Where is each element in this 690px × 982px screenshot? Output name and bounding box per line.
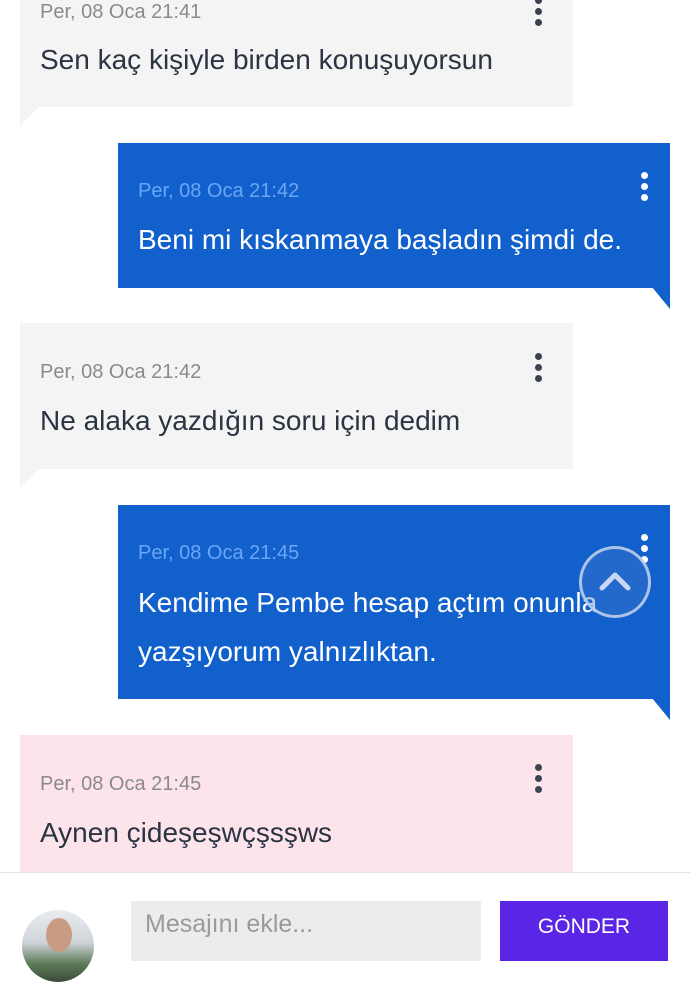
bubble-tail [20, 106, 40, 126]
message-menu-icon[interactable] [629, 167, 659, 207]
bubble-tail [652, 698, 670, 720]
message-bubble-outgoing: Per, 08 Oca 21:42 Beni mi kıskanmaya baş… [118, 143, 670, 309]
message-text-line: yazşıyorum yalnızlıktan. [138, 636, 437, 667]
scroll-to-top-button[interactable] [579, 546, 651, 618]
message-timestamp: Per, 08 Oca 21:42 [138, 180, 300, 202]
message-text-line: Kendime Pembe hesap açtım onunla [138, 587, 598, 618]
message-timestamp: Per, 08 Oca 21:45 [138, 542, 300, 564]
message-bubble-incoming: Per, 08 Oca 21:45 Aynen çideşeşwçşsşws [20, 735, 573, 880]
message-text: Ne alaka yazdığın soru için dedim [40, 405, 461, 436]
avatar[interactable] [22, 910, 94, 982]
message-input[interactable] [131, 901, 481, 961]
avatar-face [46, 918, 72, 952]
bubble-tail [652, 287, 670, 309]
message-menu-icon[interactable] [523, 0, 553, 32]
message-text: Aynen çideşeşwçşsşws [40, 817, 333, 848]
message-text: Sen kaç kişiyle birden konuşuyorsun [40, 44, 493, 75]
message-timestamp: Per, 08 Oca 21:41 [40, 1, 202, 23]
message-composer: GÖNDER [0, 872, 690, 982]
message-timestamp: Per, 08 Oca 21:45 [40, 773, 202, 795]
message-menu-icon[interactable] [523, 348, 553, 388]
send-button[interactable]: GÖNDER [500, 901, 668, 961]
message-text: Beni mi kıskanmaya başladın şimdi de. [138, 224, 622, 255]
chevron-up-icon [599, 572, 631, 591]
message-bubble-incoming: Per, 08 Oca 21:42 Ne alaka yazdığın soru… [20, 323, 573, 488]
message-menu-icon[interactable] [523, 759, 553, 799]
message-bubble-incoming: Per, 08 Oca 21:41 Sen kaç kişiyle birden… [20, 0, 573, 126]
bubble-tail [20, 468, 40, 488]
message-timestamp: Per, 08 Oca 21:42 [40, 361, 202, 383]
